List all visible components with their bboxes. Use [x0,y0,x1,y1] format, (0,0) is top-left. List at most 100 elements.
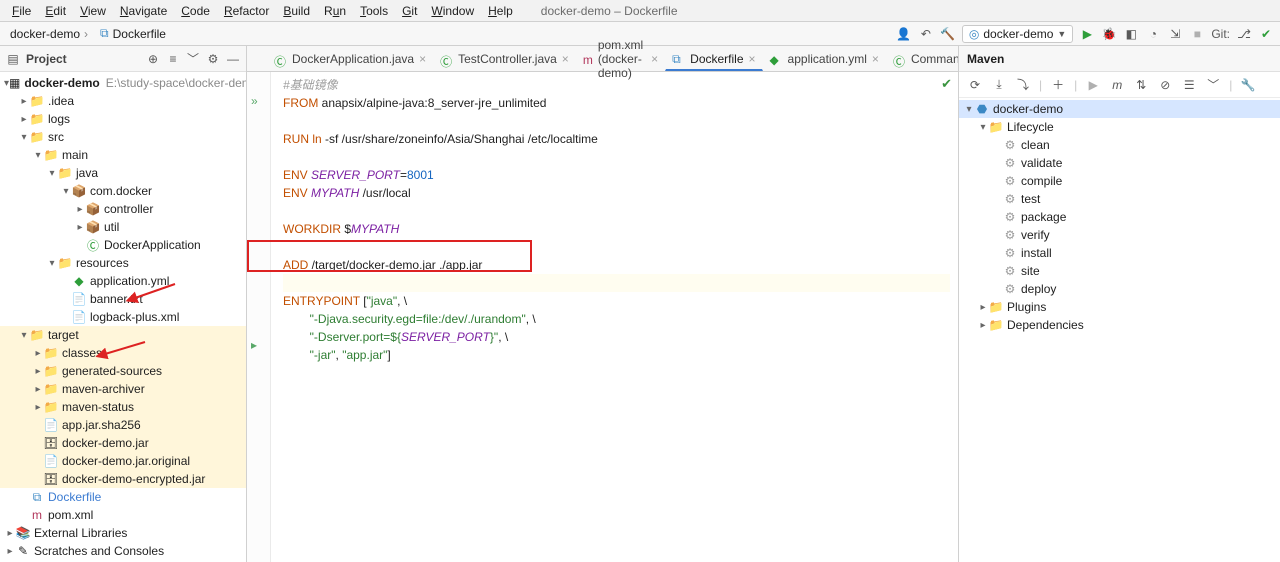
expand-toggle[interactable]: ▸ [4,546,16,557]
expand-toggle[interactable]: ▸ [32,402,44,413]
run-icon[interactable]: ▶ [1079,26,1095,42]
debug-icon[interactable]: 🐞 [1101,26,1117,42]
maven-plugins[interactable]: ▸📁Plugins [959,298,1280,316]
download-icon[interactable]: ⤵ [1015,77,1031,93]
expand-toggle[interactable]: ▾ [18,330,30,341]
maven-goal-verify[interactable]: ⚙verify [959,226,1280,244]
project-tree[interactable]: ▾▦docker-demoE:\study-space\docker-demo … [0,72,246,562]
menu-navigate[interactable]: Navigate [114,2,173,20]
expand-toggle[interactable]: ▾ [963,104,975,115]
maven-goal-test[interactable]: ⚙test [959,190,1280,208]
tab-pom[interactable]: mpom.xml (docker-demo)× [576,47,665,71]
hammer-icon[interactable]: 🔨 [940,26,956,42]
close-icon[interactable]: × [651,52,658,66]
execute-goal-icon[interactable]: m [1109,77,1125,93]
crumb-project[interactable]: docker-demo › [6,26,92,42]
expand-toggle[interactable]: ▾ [32,150,44,161]
expand-toggle[interactable]: ▾ [46,168,58,179]
maven-goal-validate[interactable]: ⚙validate [959,154,1280,172]
tree-gensources[interactable]: ▸📁generated-sources [0,362,246,380]
tree-idea[interactable]: ▸📁.idea [0,92,246,110]
expand-toggle[interactable]: ▾ [977,122,989,133]
tree-src[interactable]: ▾📁src [0,128,246,146]
menu-code[interactable]: Code [175,2,216,20]
menu-run[interactable]: Run [318,2,352,20]
tree-classes[interactable]: ▸📁classes [0,344,246,362]
tree-pkg[interactable]: ▾📦com.docker [0,182,246,200]
menu-file[interactable]: File [6,2,37,20]
git-branch-icon[interactable]: ⎇ [1236,26,1252,42]
expand-toggle[interactable]: ▸ [74,204,86,215]
expand-toggle[interactable]: ▾ [46,258,58,269]
tree-util[interactable]: ▸📦util [0,218,246,236]
add-icon[interactable]: ＋ [1050,77,1066,93]
run-gutter-icon[interactable]: ▸ [251,338,257,352]
tree-scratches[interactable]: ▸✎Scratches and Consoles [0,542,246,560]
tree-root[interactable]: ▾▦docker-demoE:\study-space\docker-demo [0,74,246,92]
menu-window[interactable]: Window [425,2,480,20]
expand-toggle[interactable]: ▸ [74,222,86,233]
stop-icon[interactable]: ■ [1189,26,1205,42]
expand-toggle[interactable]: ▸ [32,384,44,395]
skip-tests-icon[interactable]: ⊘ [1157,77,1173,93]
tab-applicationyml[interactable]: ◆application.yml× [763,47,886,71]
close-icon[interactable]: × [749,52,756,66]
attach-icon[interactable]: ⇲ [1167,26,1183,42]
profile-icon[interactable]: ◔ [1145,26,1161,42]
expand-toggle[interactable]: ▸ [32,366,44,377]
run-maven-icon[interactable]: ▶ [1085,77,1101,93]
tab-testcontroller[interactable]: ⒸTestController.java× [433,47,576,71]
tree-external-libs[interactable]: ▸📚External Libraries [0,524,246,542]
expand-toggle[interactable]: ▸ [977,302,989,313]
tree-main[interactable]: ▾📁main [0,146,246,164]
expand-toggle[interactable]: ▾ [60,186,72,197]
reload-icon[interactable]: ⟳ [967,77,983,93]
expand-toggle[interactable]: ▸ [4,528,16,539]
expand-all-icon[interactable]: ≡ [166,52,180,66]
toggle-offline-icon[interactable]: ⇅ [1133,77,1149,93]
tree-dockerapp-class[interactable]: ⒸDockerApplication [0,236,246,254]
collapse-all-icon[interactable]: ﹀ [186,52,200,66]
maven-goal-install[interactable]: ⚙install [959,244,1280,262]
tree-appyml[interactable]: ◆application.yml [0,272,246,290]
tree-controller[interactable]: ▸📦controller [0,200,246,218]
expand-toggle[interactable]: ▸ [977,320,989,331]
maven-goal-compile[interactable]: ⚙compile [959,172,1280,190]
menu-build[interactable]: Build [277,2,316,20]
tree-jar-original[interactable]: 📄docker-demo.jar.original [0,452,246,470]
user-icon[interactable]: 👤 [896,26,912,42]
code-area[interactable]: #基础镜像 FROM anapsix/alpine-java:8_server-… [271,72,958,562]
expand-toggle[interactable]: ▸ [32,348,44,359]
expand-toggle[interactable]: ▸ [18,96,30,107]
maven-settings-icon[interactable]: 🔧 [1240,77,1256,93]
tree-dockerfile[interactable]: ⧉Dockerfile [0,488,246,506]
show-deps-icon[interactable]: ☰ [1181,77,1197,93]
tree-appjar-sha[interactable]: 📄app.jar.sha256 [0,416,246,434]
tree-maven-archiver[interactable]: ▸📁maven-archiver [0,380,246,398]
tree-resources[interactable]: ▾📁resources [0,254,246,272]
maven-goal-deploy[interactable]: ⚙deploy [959,280,1280,298]
menu-git[interactable]: Git [396,2,423,20]
editor-body[interactable]: » ▸ #基础镜像 FROM anapsix/alpine-java:8_ser… [247,72,958,562]
tree-logs[interactable]: ▸📁logs [0,110,246,128]
tree-maven-status[interactable]: ▸📁maven-status [0,398,246,416]
close-icon[interactable]: × [419,52,426,66]
run-gutter-icon[interactable]: » [251,94,258,108]
project-view-icon[interactable]: ▤ [6,52,20,66]
maven-goal-clean[interactable]: ⚙clean [959,136,1280,154]
git-commit-icon[interactable]: ✔ [1258,26,1274,42]
maven-goal-site[interactable]: ⚙site [959,262,1280,280]
tree-logback[interactable]: 📄logback-plus.xml [0,308,246,326]
tab-dockerfile[interactable]: ⧉Dockerfile× [665,47,762,71]
maven-root[interactable]: ▾⬣docker-demo [959,100,1280,118]
tree-pom[interactable]: mpom.xml [0,506,246,524]
generate-icon[interactable]: ⤓ [991,77,1007,93]
tree-banner[interactable]: 📄banner.txt [0,290,246,308]
menu-help[interactable]: Help [482,2,519,20]
tree-docker-demo-jar[interactable]: 🗄docker-demo.jar [0,434,246,452]
menu-tools[interactable]: Tools [354,2,394,20]
maven-lifecycle[interactable]: ▾📁Lifecycle [959,118,1280,136]
tree-encrypted-jar[interactable]: 🗄docker-demo-encrypted.jar [0,470,246,488]
settings-icon[interactable]: ⚙ [206,52,220,66]
menu-view[interactable]: View [74,2,112,20]
